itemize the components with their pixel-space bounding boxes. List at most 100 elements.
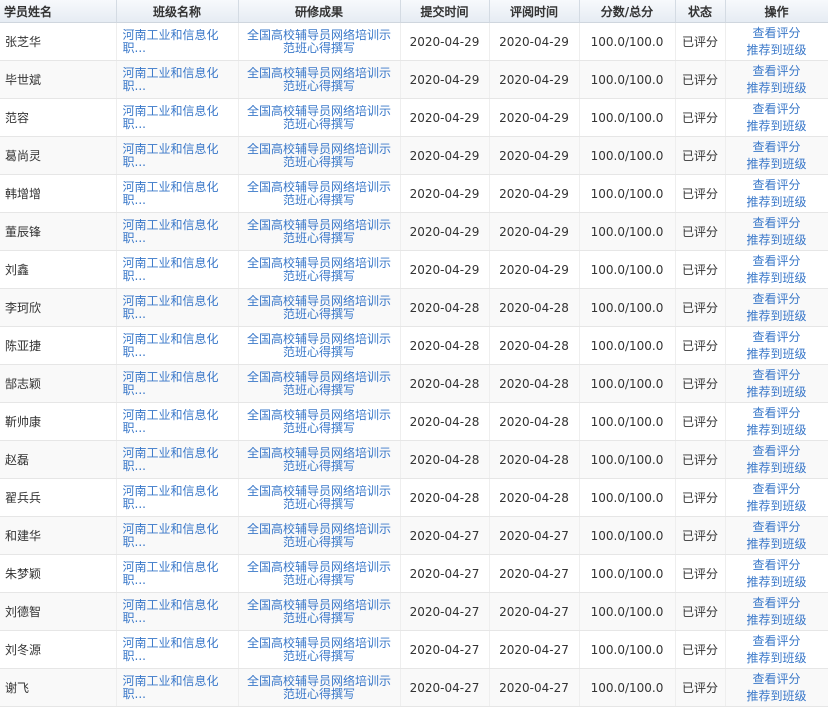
review-time: 2020-04-29 — [489, 212, 580, 251]
header-class-name[interactable]: 班级名称 — [116, 0, 239, 23]
class-name-cell: 河南工业和信息化职... — [116, 592, 239, 631]
header-student-name[interactable]: 学员姓名 — [0, 0, 117, 23]
view-score-link[interactable]: 查看评分 — [726, 633, 828, 650]
class-name-link[interactable]: 河南工业和信息化职... — [123, 333, 234, 359]
submit-time: 2020-04-28 — [400, 478, 490, 517]
research-result-link[interactable]: 全国高校辅导员网络培训示范班心得撰写 — [243, 257, 396, 283]
score-value: 100.0/100.0 — [579, 174, 676, 213]
header-research-result[interactable]: 研修成果 — [238, 0, 401, 23]
view-score-link[interactable]: 查看评分 — [726, 443, 828, 460]
research-result-cell: 全国高校辅导员网络培训示范班心得撰写 — [238, 668, 401, 707]
research-result-link[interactable]: 全国高校辅导员网络培训示范班心得撰写 — [243, 409, 396, 435]
view-score-link[interactable]: 查看评分 — [726, 481, 828, 498]
header-submit-time[interactable]: 提交时间 — [400, 0, 490, 23]
research-result-link[interactable]: 全国高校辅导员网络培训示范班心得撰写 — [243, 637, 396, 663]
class-name-link[interactable]: 河南工业和信息化职... — [123, 599, 234, 625]
recommend-to-class-link[interactable]: 推荐到班级 — [726, 536, 828, 553]
recommend-to-class-link[interactable]: 推荐到班级 — [726, 688, 828, 705]
class-name-link[interactable]: 河南工业和信息化职... — [123, 371, 234, 397]
view-score-link[interactable]: 查看评分 — [726, 177, 828, 194]
view-score-link[interactable]: 查看评分 — [726, 139, 828, 156]
score-value: 100.0/100.0 — [579, 212, 676, 251]
research-result-cell: 全国高校辅导员网络培训示范班心得撰写 — [238, 250, 401, 289]
table-header-row: 学员姓名 班级名称 研修成果 提交时间 评阅时间 分数/总分 状态 操作 — [0, 0, 828, 23]
class-name-link[interactable]: 河南工业和信息化职... — [123, 105, 234, 131]
view-score-link[interactable]: 查看评分 — [726, 101, 828, 118]
view-score-link[interactable]: 查看评分 — [726, 253, 828, 270]
review-time: 2020-04-28 — [489, 402, 580, 441]
research-result-link[interactable]: 全国高校辅导员网络培训示范班心得撰写 — [243, 599, 396, 625]
view-score-link[interactable]: 查看评分 — [726, 25, 828, 42]
research-result-link[interactable]: 全国高校辅导员网络培训示范班心得撰写 — [243, 219, 396, 245]
view-score-link[interactable]: 查看评分 — [726, 291, 828, 308]
class-name-link[interactable]: 河南工业和信息化职... — [123, 561, 234, 587]
class-name-link[interactable]: 河南工业和信息化职... — [123, 143, 234, 169]
header-score[interactable]: 分数/总分 — [579, 0, 676, 23]
research-result-link[interactable]: 全国高校辅导员网络培训示范班心得撰写 — [243, 67, 396, 93]
recommend-to-class-link[interactable]: 推荐到班级 — [726, 612, 828, 629]
recommend-to-class-link[interactable]: 推荐到班级 — [726, 232, 828, 249]
recommend-to-class-link[interactable]: 推荐到班级 — [726, 42, 828, 59]
recommend-to-class-link[interactable]: 推荐到班级 — [726, 80, 828, 97]
research-result-link[interactable]: 全国高校辅导员网络培训示范班心得撰写 — [243, 675, 396, 701]
research-result-link[interactable]: 全国高校辅导员网络培训示范班心得撰写 — [243, 485, 396, 511]
view-score-link[interactable]: 查看评分 — [726, 215, 828, 232]
class-name-link[interactable]: 河南工业和信息化职... — [123, 295, 234, 321]
status-text: 已评分 — [675, 668, 726, 707]
view-score-link[interactable]: 查看评分 — [726, 329, 828, 346]
class-name-link[interactable]: 河南工业和信息化职... — [123, 485, 234, 511]
class-name-link[interactable]: 河南工业和信息化职... — [123, 181, 234, 207]
class-name-cell: 河南工业和信息化职... — [116, 402, 239, 441]
research-result-link[interactable]: 全国高校辅导员网络培训示范班心得撰写 — [243, 561, 396, 587]
table-row: 谢飞 河南工业和信息化职... 全国高校辅导员网络培训示范班心得撰写 2020-04-… — [0, 668, 828, 707]
research-result-cell: 全国高校辅导员网络培训示范班心得撰写 — [238, 60, 401, 99]
view-score-link[interactable]: 查看评分 — [726, 671, 828, 688]
recommend-to-class-link[interactable]: 推荐到班级 — [726, 194, 828, 211]
recommend-to-class-link[interactable]: 推荐到班级 — [726, 422, 828, 439]
view-score-link[interactable]: 查看评分 — [726, 367, 828, 384]
header-status[interactable]: 状态 — [675, 0, 726, 23]
score-value: 100.0/100.0 — [579, 554, 676, 593]
recommend-to-class-link[interactable]: 推荐到班级 — [726, 308, 828, 325]
recommend-to-class-link[interactable]: 推荐到班级 — [726, 498, 828, 515]
research-result-link[interactable]: 全国高校辅导员网络培训示范班心得撰写 — [243, 143, 396, 169]
research-result-link[interactable]: 全国高校辅导员网络培训示范班心得撰写 — [243, 371, 396, 397]
recommend-to-class-link[interactable]: 推荐到班级 — [726, 118, 828, 135]
research-result-cell: 全国高校辅导员网络培训示范班心得撰写 — [238, 22, 401, 61]
view-score-link[interactable]: 查看评分 — [726, 405, 828, 422]
class-name-link[interactable]: 河南工业和信息化职... — [123, 523, 234, 549]
research-result-link[interactable]: 全国高校辅导员网络培训示范班心得撰写 — [243, 181, 396, 207]
research-result-link[interactable]: 全国高校辅导员网络培训示范班心得撰写 — [243, 523, 396, 549]
research-result-link[interactable]: 全国高校辅导员网络培训示范班心得撰写 — [243, 29, 396, 55]
view-score-link[interactable]: 查看评分 — [726, 63, 828, 80]
view-score-link[interactable]: 查看评分 — [726, 557, 828, 574]
class-name-link[interactable]: 河南工业和信息化职... — [123, 409, 234, 435]
recommend-to-class-link[interactable]: 推荐到班级 — [726, 270, 828, 287]
class-name-link[interactable]: 河南工业和信息化职... — [123, 67, 234, 93]
header-review-time[interactable]: 评阅时间 — [489, 0, 580, 23]
recommend-to-class-link[interactable]: 推荐到班级 — [726, 156, 828, 173]
research-result-link[interactable]: 全国高校辅导员网络培训示范班心得撰写 — [243, 105, 396, 131]
class-name-link[interactable]: 河南工业和信息化职... — [123, 219, 234, 245]
review-time: 2020-04-27 — [489, 630, 580, 669]
class-name-link[interactable]: 河南工业和信息化职... — [123, 447, 234, 473]
recommend-to-class-link[interactable]: 推荐到班级 — [726, 460, 828, 477]
view-score-link[interactable]: 查看评分 — [726, 519, 828, 536]
student-name: 翟兵兵 — [0, 478, 117, 517]
recommend-to-class-link[interactable]: 推荐到班级 — [726, 384, 828, 401]
table-row: 翟兵兵 河南工业和信息化职... 全国高校辅导员网络培训示范班心得撰写 2020-04… — [0, 478, 828, 517]
research-result-link[interactable]: 全国高校辅导员网络培训示范班心得撰写 — [243, 447, 396, 473]
class-name-link[interactable]: 河南工业和信息化职... — [123, 637, 234, 663]
recommend-to-class-link[interactable]: 推荐到班级 — [726, 346, 828, 363]
class-name-link[interactable]: 河南工业和信息化职... — [123, 29, 234, 55]
class-name-cell: 河南工业和信息化职... — [116, 174, 239, 213]
recommend-to-class-link[interactable]: 推荐到班级 — [726, 574, 828, 591]
student-name: 韩增增 — [0, 174, 117, 213]
research-result-link[interactable]: 全国高校辅导员网络培训示范班心得撰写 — [243, 333, 396, 359]
class-name-link[interactable]: 河南工业和信息化职... — [123, 257, 234, 283]
recommend-to-class-link[interactable]: 推荐到班级 — [726, 650, 828, 667]
research-result-link[interactable]: 全国高校辅导员网络培训示范班心得撰写 — [243, 295, 396, 321]
class-name-link[interactable]: 河南工业和信息化职... — [123, 675, 234, 701]
research-result-cell: 全国高校辅导员网络培训示范班心得撰写 — [238, 516, 401, 555]
view-score-link[interactable]: 查看评分 — [726, 595, 828, 612]
